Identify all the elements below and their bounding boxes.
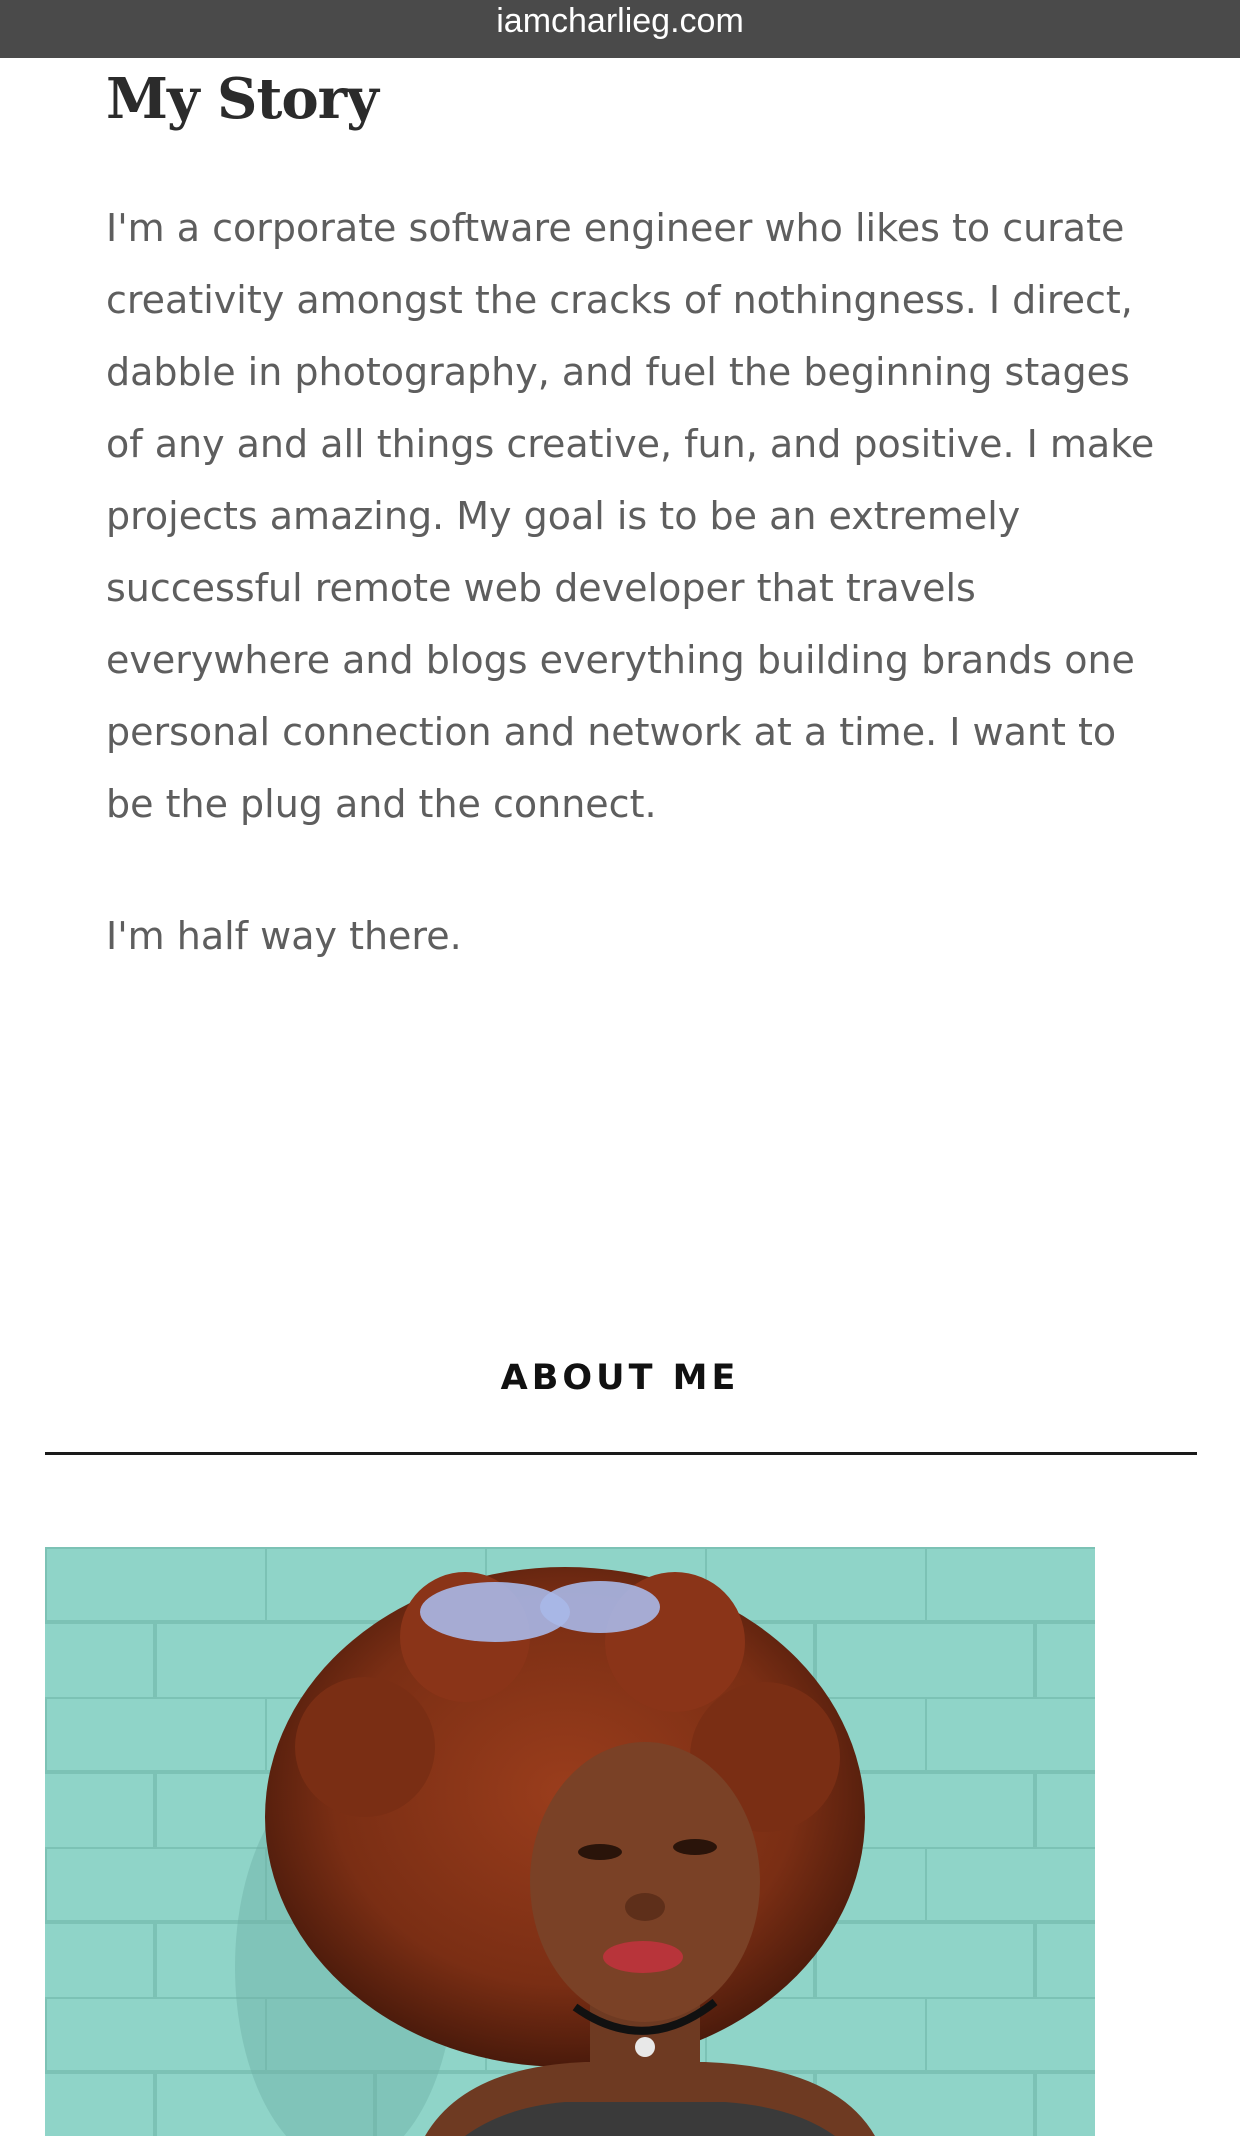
story-follow-up: I'm half way there.	[106, 914, 462, 958]
about-me-heading: ABOUT ME	[500, 1358, 740, 1398]
story-title: My Story	[106, 66, 379, 132]
browser-url-bar[interactable]: iamcharlieg.com	[0, 0, 1240, 58]
story-paragraph: I'm a corporate software engineer who li…	[106, 206, 1155, 826]
section-divider	[45, 1452, 1197, 1455]
portrait-illustration	[45, 1547, 1095, 2136]
url-text[interactable]: iamcharlieg.com	[496, 4, 744, 38]
about-me-photo	[45, 1547, 1095, 2136]
